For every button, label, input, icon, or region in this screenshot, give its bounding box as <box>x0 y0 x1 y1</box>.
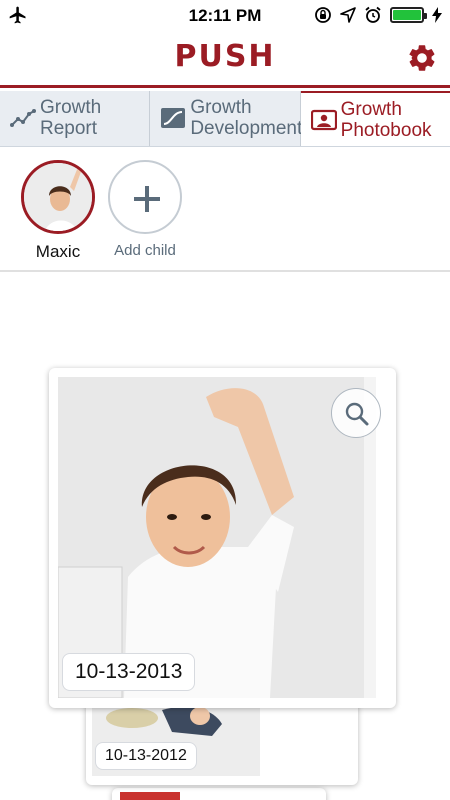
tab-growth-photobook[interactable]: Growth Photobook <box>300 91 450 146</box>
photo-date-badge: 10-13-2013 <box>62 653 196 691</box>
battery-icon <box>390 7 427 23</box>
add-child-label: Add child <box>114 242 176 259</box>
zoom-button[interactable] <box>331 388 381 438</box>
tab-growth-photobook-label: Growth Photobook <box>340 99 432 141</box>
status-bar: 12:11 PM <box>0 0 450 30</box>
children-selector: Maxic Add child <box>0 148 450 272</box>
app-header: PUSH <box>0 30 450 88</box>
photo-portrait-icon <box>310 109 337 131</box>
location-arrow-icon <box>340 7 356 23</box>
charging-bolt-icon <box>432 7 442 23</box>
line-chart-icon <box>10 109 36 127</box>
child-photo[interactable] <box>120 792 180 800</box>
photo-date-badge: 10-13-2012 <box>95 742 197 770</box>
plus-icon <box>134 186 160 212</box>
tab-growth-report[interactable]: Growth Report <box>0 91 151 146</box>
photo-card[interactable]: 10-13-2013 <box>49 368 396 708</box>
battery-level <box>393 10 421 20</box>
magnifier-icon <box>345 402 369 426</box>
tab-growth-development-label: Growth Development <box>190 97 303 139</box>
photo-card[interactable] <box>112 788 326 800</box>
child-photo[interactable] <box>58 377 376 698</box>
curve-chart-icon <box>161 108 186 128</box>
child-item-maxic[interactable]: Maxic <box>13 160 103 262</box>
gear-icon[interactable] <box>406 42 438 74</box>
tab-bar: Growth Report Growth Development Growth … <box>0 91 450 147</box>
app-title: PUSH <box>174 39 276 74</box>
tab-growth-report-label: Growth Report <box>40 97 102 139</box>
photo-card[interactable]: 10-13-2012 <box>86 700 358 785</box>
rotation-lock-icon <box>315 7 331 23</box>
child-name: Maxic <box>35 242 81 261</box>
add-child-circle[interactable] <box>108 160 182 234</box>
alarm-icon <box>365 6 381 23</box>
add-child-button[interactable]: Add child <box>100 160 190 259</box>
tab-growth-development[interactable]: Growth Development <box>150 91 303 146</box>
avatar[interactable] <box>21 160 95 234</box>
